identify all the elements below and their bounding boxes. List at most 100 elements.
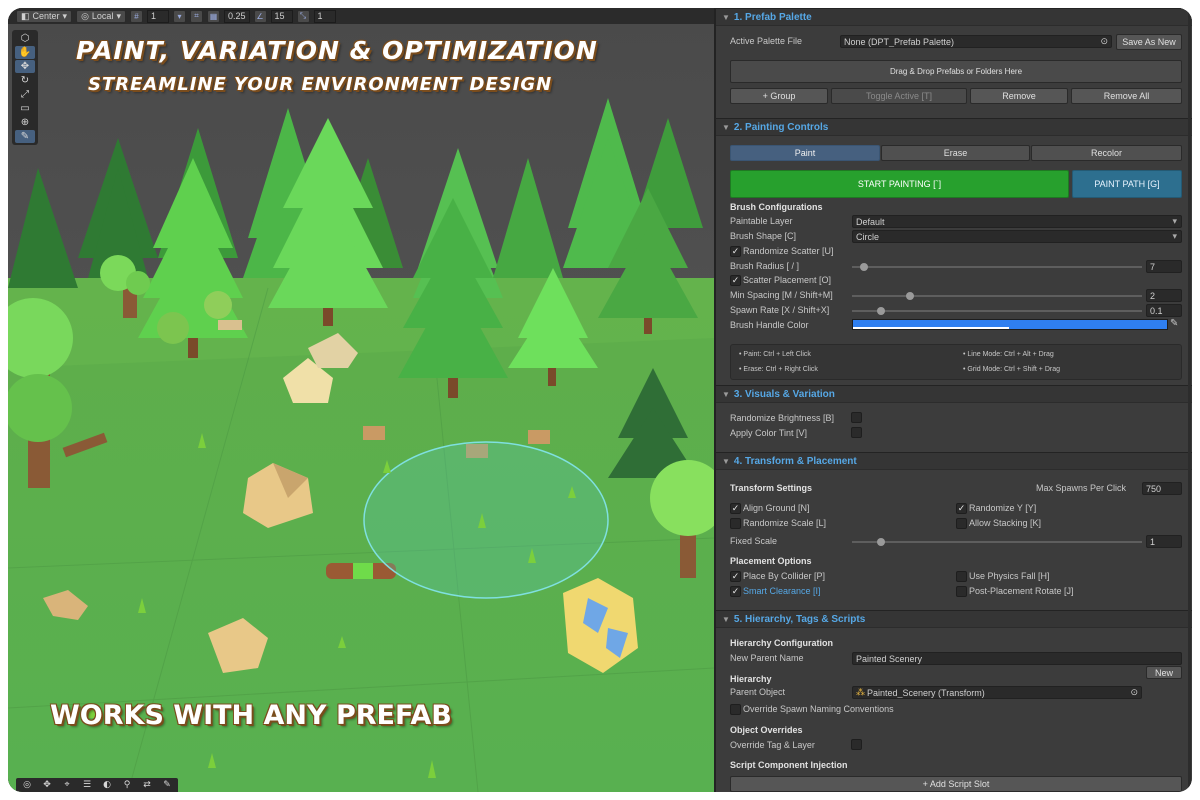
grid-dropdown-icon[interactable]: ▾ [172, 9, 186, 23]
override-naming-checkbox[interactable] [730, 704, 741, 715]
inspector-scrollbar[interactable] [1188, 8, 1191, 792]
space-mode-dropdown[interactable]: ◎ Local ▾ [76, 9, 126, 23]
snap-increment-field[interactable]: 0.25 [223, 9, 250, 23]
headline-footer: WORKS WITH ANY PREFAB [50, 700, 452, 731]
min-spacing-field[interactable]: 2 [1146, 289, 1182, 302]
add-script-slot-button[interactable]: + Add Script Slot [730, 776, 1182, 792]
search-icon[interactable]: ⚲ [118, 779, 136, 791]
spawn-rate-slider[interactable] [852, 310, 1142, 312]
min-spacing-slider[interactable] [852, 295, 1142, 297]
object-picker-icon[interactable]: ⊙ [1130, 687, 1138, 698]
add-group-button[interactable]: + Group [730, 88, 828, 104]
custom-tool-icon[interactable]: ✎ [15, 130, 35, 143]
post-placement-rotate-checkbox[interactable] [956, 586, 967, 597]
section-hierarchy-tags-scripts-header[interactable]: ▼ 5. Hierarchy, Tags & Scripts [716, 610, 1192, 628]
min-spacing-slider-knob[interactable] [906, 292, 914, 300]
scale-snap-icon[interactable]: ⤡ [296, 9, 310, 23]
new-parent-name-input[interactable]: Painted Scenery [852, 652, 1182, 665]
new-parent-button[interactable]: New [1146, 666, 1182, 679]
apply-color-tint-checkbox[interactable] [851, 427, 862, 438]
bottom-toolbar: ◎ ✥ ⌖ ☰ ◐ ⚲ ⇄ ✎ [16, 778, 178, 792]
section-prefab-palette-header[interactable]: ▼ 1. Prefab Palette [716, 8, 1192, 26]
tab-paint[interactable]: Paint [730, 145, 880, 161]
randomize-y-checkbox[interactable]: ✓ [956, 503, 967, 514]
tab-recolor[interactable]: Recolor [1031, 145, 1182, 161]
scale-snap-field[interactable]: 1 [313, 9, 336, 23]
fixed-scale-slider-knob[interactable] [877, 538, 885, 546]
headline-title: PAINT, VARIATION & OPTIMIZATION [76, 36, 598, 65]
toggle-active-button[interactable]: Toggle Active [T] [831, 88, 967, 104]
active-palette-label: Active Palette File [730, 36, 803, 46]
rect-icon[interactable]: ▭ [15, 102, 35, 115]
pivot-mode-dropdown[interactable]: ◧ Center ▾ [16, 9, 73, 23]
randomize-scatter-checkbox[interactable]: ✓ [730, 246, 741, 257]
snap-icon[interactable]: ⌖ [58, 779, 76, 791]
angle-snap-field[interactable]: 15 [270, 9, 293, 23]
override-tag-layer-checkbox[interactable] [851, 739, 862, 750]
tab-erase[interactable]: Erase [881, 145, 1030, 161]
hint-erase: • Erase: Ctrl + Right Click [739, 366, 818, 373]
local-icon: ◎ [81, 10, 89, 21]
brush-radius-field[interactable]: 7 [1146, 260, 1182, 273]
paintable-layer-dropdown[interactable]: Default [852, 215, 1182, 228]
fixed-scale-field[interactable]: 1 [1146, 535, 1182, 548]
brush-radius-slider[interactable] [852, 266, 1142, 268]
arrows-icon[interactable]: ⇄ [138, 779, 156, 791]
layers-icon[interactable]: ☰ [78, 779, 96, 791]
compass-icon[interactable]: ◎ [18, 779, 36, 791]
brush-handle-color-swatch[interactable] [852, 319, 1168, 330]
remove-all-button[interactable]: Remove All [1071, 88, 1182, 104]
smart-clearance-label: Smart Clearance [I] [743, 586, 821, 596]
sphere-icon[interactable]: ◐ [98, 779, 116, 791]
drop-zone[interactable]: Drag & Drop Prefabs or Folders Here [730, 60, 1182, 83]
hand-icon[interactable]: ✋ [15, 46, 35, 59]
snap-icon[interactable]: ⌗ [189, 9, 203, 23]
active-palette-field[interactable]: None (DPT_Prefab Palette) ⊙ [840, 35, 1112, 48]
transform-icon[interactable]: ⊕ [15, 116, 35, 129]
scene-view-render[interactable] [8, 8, 714, 792]
rotate-icon[interactable]: ↻ [15, 74, 35, 87]
foldout-triangle-icon: ▼ [722, 122, 730, 132]
brush-shape-dropdown[interactable]: Circle [852, 230, 1182, 243]
view-cube-icon[interactable]: ⬡ [15, 32, 35, 45]
brush-shape-label: Brush Shape [C] [730, 231, 797, 241]
start-painting-button[interactable]: START PAINTING [`] [730, 170, 1069, 198]
remove-button[interactable]: Remove [970, 88, 1068, 104]
move-icon[interactable]: ✥ [38, 779, 56, 791]
align-ground-checkbox[interactable]: ✓ [730, 503, 741, 514]
fixed-scale-slider[interactable] [852, 541, 1142, 543]
use-physics-fall-checkbox[interactable] [956, 571, 967, 582]
save-as-new-button[interactable]: Save As New [1116, 34, 1182, 50]
section-transform-placement-header[interactable]: ▼ 4. Transform & Placement [716, 452, 1192, 470]
scene-viewport[interactable]: ◧ Center ▾ ◎ Local ▾ # 1 ▾ ⌗ ▦ 0.25 ∠ 15… [8, 8, 714, 792]
apply-color-tint-label: Apply Color Tint [V] [730, 428, 808, 438]
grid-icon[interactable]: # [129, 9, 143, 23]
tool-palette: ⬡ ✋ ✥ ↻ ⤢ ▭ ⊕ ✎ [12, 30, 38, 145]
angle-snap-icon[interactable]: ∠ [253, 9, 267, 23]
paint-path-button[interactable]: PAINT PATH [G] [1072, 170, 1182, 198]
smart-clearance-checkbox[interactable]: ✓ [730, 586, 741, 597]
scatter-placement-checkbox[interactable]: ✓ [730, 275, 741, 286]
object-picker-icon[interactable]: ⊙ [1100, 36, 1108, 47]
section-painting-controls-header[interactable]: ▼ 2. Painting Controls [716, 118, 1192, 136]
eyedropper-icon[interactable]: ✎ [1170, 318, 1178, 329]
place-by-collider-checkbox[interactable]: ✓ [730, 571, 741, 582]
randomize-brightness-checkbox[interactable] [851, 412, 862, 423]
snap-increment-icon[interactable]: ▦ [206, 9, 220, 23]
hierarchy-config-heading: Hierarchy Configuration [730, 638, 834, 648]
brush-handle-color-label: Brush Handle Color [730, 320, 809, 330]
brush-radius-slider-knob[interactable] [860, 263, 868, 271]
section-visuals-variation-header[interactable]: ▼ 3. Visuals & Variation [716, 385, 1192, 403]
randomize-scale-checkbox[interactable] [730, 518, 741, 529]
scale-icon[interactable]: ⤢ [15, 88, 35, 101]
allow-stacking-checkbox[interactable] [956, 518, 967, 529]
max-spawns-field[interactable]: 750 [1142, 482, 1182, 495]
spawn-rate-label: Spawn Rate [X / Shift+X] [730, 305, 830, 315]
parent-object-field[interactable]: ⁂ Painted_Scenery (Transform) ⊙ [852, 686, 1142, 699]
grid-size-field[interactable]: 1 [146, 9, 169, 23]
spawn-rate-slider-knob[interactable] [877, 307, 885, 315]
spawn-rate-field[interactable]: 0.1 [1146, 304, 1182, 317]
move-icon[interactable]: ✥ [15, 60, 35, 73]
brush-icon[interactable]: ✎ [158, 779, 176, 791]
foldout-triangle-icon: ▼ [722, 389, 730, 399]
